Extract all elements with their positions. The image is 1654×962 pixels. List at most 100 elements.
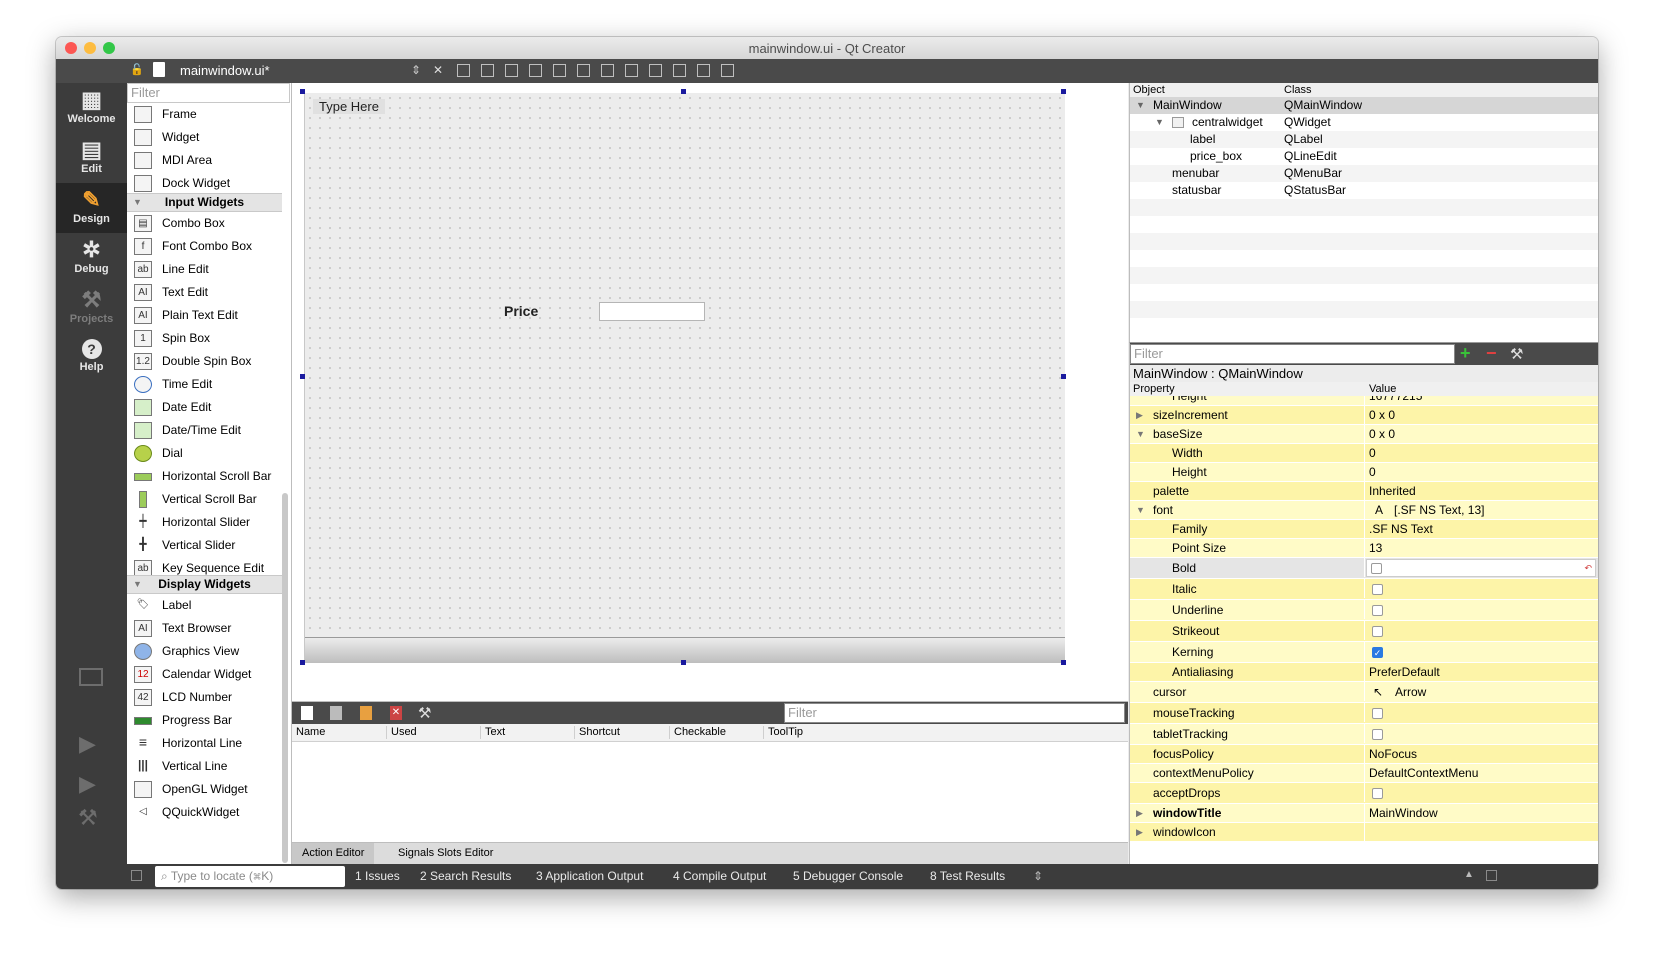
layout-grid-icon[interactable] <box>673 64 686 77</box>
accept-drops-checkbox[interactable] <box>1372 788 1383 799</box>
bold-editor[interactable]: ↶ <box>1366 559 1596 577</box>
file-switch-arrows[interactable]: ⇕ <box>411 63 421 77</box>
paste-action-icon[interactable] <box>360 706 372 720</box>
break-layout-icon[interactable] <box>697 64 710 77</box>
prop-size-increment[interactable]: ▶ sizeIncrement 0 x 0 <box>1130 406 1598 425</box>
prop-mouse-tracking[interactable]: mouseTracking <box>1130 703 1598 724</box>
column-object[interactable]: Object <box>1133 84 1165 96</box>
widget-item-mdi-area[interactable]: MDI Area <box>127 149 277 172</box>
tab-application-output[interactable]: 3 Application Output <box>536 869 643 883</box>
prop-window-title[interactable]: ▶ windowTitle MainWindow <box>1130 804 1598 823</box>
widget-item-date-edit[interactable]: Date Edit <box>127 396 277 419</box>
layout-vsplitter-icon[interactable] <box>625 64 638 77</box>
widget-item-font-combo-box[interactable]: f Font Combo Box <box>127 235 277 258</box>
column-property[interactable]: Property <box>1133 383 1175 395</box>
configure-wrench-icon[interactable]: ⚒ <box>418 704 431 722</box>
strikeout-checkbox[interactable] <box>1372 626 1383 637</box>
prop-context-menu-policy[interactable]: contextMenuPolicy DefaultContextMenu <box>1130 764 1598 783</box>
prop-base-width[interactable]: Width 0 <box>1130 444 1598 463</box>
adjust-size-icon[interactable] <box>721 64 734 77</box>
resize-handle[interactable] <box>1061 89 1066 94</box>
widget-item-horizontal-line[interactable]: ≡ Horizontal Line <box>127 732 277 755</box>
prop-cursor[interactable]: cursor ↖ Arrow <box>1130 682 1598 703</box>
resize-handle[interactable] <box>300 660 305 665</box>
category-display-widgets[interactable]: ▼ Display Widgets <box>127 575 282 594</box>
prop-accept-drops[interactable]: acceptDrops <box>1130 783 1598 804</box>
widget-item-frame[interactable]: Frame <box>127 103 277 126</box>
widget-item-dial[interactable]: Dial <box>127 442 277 465</box>
column-shortcut[interactable]: Shortcut <box>574 726 620 739</box>
layout-vertical-icon[interactable] <box>577 64 590 77</box>
widget-item-combo-box[interactable]: ▤ Combo Box <box>127 212 277 235</box>
prop-tablet-tracking[interactable]: tabletTracking <box>1130 724 1598 745</box>
edit-signals-slots-icon[interactable] <box>481 64 494 77</box>
prop-font-point-size[interactable]: Point Size 13 <box>1130 539 1598 558</box>
prop-font-antialiasing[interactable]: Antialiasing PreferDefault <box>1130 663 1598 682</box>
menu-type-here[interactable]: Type Here <box>313 99 385 114</box>
tab-debugger-console[interactable]: 5 Debugger Console <box>793 869 903 883</box>
delete-action-icon[interactable]: ✕ <box>390 706 402 720</box>
debug-run-icon[interactable]: ▶ <box>79 771 96 797</box>
prop-base-size[interactable]: ▼ baseSize 0 x 0 <box>1130 425 1598 444</box>
column-checkable[interactable]: Checkable <box>669 726 726 739</box>
column-used[interactable]: Used <box>386 726 417 739</box>
close-document-button[interactable]: ✕ <box>433 63 443 77</box>
resize-handle[interactable] <box>1061 660 1066 665</box>
widget-item-line-edit[interactable]: ab Line Edit <box>127 258 277 281</box>
tree-row-centralwidget[interactable]: ▼ centralwidget QWidget <box>1130 114 1598 131</box>
widget-item-widget[interactable]: Widget <box>127 126 277 149</box>
copy-action-icon[interactable] <box>330 706 342 720</box>
tree-row-mainwindow[interactable]: ▼ MainWindow QMainWindow <box>1130 97 1598 114</box>
build-hammer-icon[interactable]: ⚒ <box>78 805 98 831</box>
column-value[interactable]: Value <box>1369 383 1396 395</box>
main-window-form[interactable]: Type Here Price <box>304 93 1065 663</box>
layout-horizontal-icon[interactable] <box>553 64 566 77</box>
resize-handle[interactable] <box>681 89 686 94</box>
tab-compile-output[interactable]: 4 Compile Output <box>673 869 766 883</box>
widget-filter-input[interactable]: Filter <box>127 83 290 103</box>
mode-welcome[interactable]: ▦ Welcome <box>56 83 127 133</box>
widget-item-horizontal-scroll-bar[interactable]: Horizontal Scroll Bar <box>127 465 277 488</box>
column-text[interactable]: Text <box>480 726 505 739</box>
prop-font-underline[interactable]: Underline <box>1130 600 1598 621</box>
widget-item-progress-bar[interactable]: Progress Bar <box>127 709 277 732</box>
widget-item-qquickwidget[interactable]: ◁ QQuickWidget <box>127 801 277 824</box>
locator-input[interactable]: ⌕ Type to locate (⌘K) <box>155 866 345 887</box>
price-box-line-edit[interactable] <box>599 302 705 321</box>
bold-checkbox[interactable] <box>1371 563 1382 574</box>
tree-row-statusbar[interactable]: statusbar QStatusBar <box>1130 182 1598 199</box>
action-filter-input[interactable]: Filter <box>784 703 1125 723</box>
widget-item-lcd-number[interactable]: 42 LCD Number <box>127 686 277 709</box>
open-file-name[interactable]: mainwindow.ui* <box>180 63 270 78</box>
prop-font-italic[interactable]: Italic <box>1130 579 1598 600</box>
add-dynamic-property-icon[interactable]: + <box>1460 343 1471 364</box>
prop-font-family[interactable]: Family .SF NS Text <box>1130 520 1598 539</box>
edit-tab-order-icon[interactable] <box>529 64 542 77</box>
show-output-pane-icon[interactable]: ▲ <box>1464 869 1474 880</box>
remove-dynamic-property-icon[interactable]: − <box>1486 343 1497 364</box>
tab-issues[interactable]: 1 Issues <box>355 869 400 883</box>
tab-search-results[interactable]: 2 Search Results <box>420 869 511 883</box>
tree-row-price-box[interactable]: price_box QLineEdit <box>1130 148 1598 165</box>
widget-item-horizontal-slider[interactable]: ┿ Horizontal Slider <box>127 511 277 534</box>
property-filter-input[interactable]: Filter <box>1130 344 1455 364</box>
mode-projects[interactable]: ⚒ Projects <box>56 283 127 333</box>
edit-widgets-icon[interactable] <box>457 64 470 77</box>
reset-property-icon[interactable]: ↶ <box>1584 560 1592 576</box>
mouse-tracking-checkbox[interactable] <box>1372 708 1383 719</box>
widget-item-label[interactable]: 🏷 Label <box>127 594 277 617</box>
widget-item-vertical-line[interactable]: ||| Vertical Line <box>127 755 277 778</box>
layout-hsplitter-icon[interactable] <box>601 64 614 77</box>
run-icon[interactable]: ▶ <box>79 731 96 757</box>
tab-action-editor[interactable]: Action Editor <box>292 843 375 864</box>
widget-item-calendar-widget[interactable]: 12 Calendar Widget <box>127 663 277 686</box>
column-tooltip[interactable]: ToolTip <box>763 726 803 739</box>
kerning-checkbox[interactable]: ✓ <box>1372 647 1383 658</box>
widget-item-dock-widget[interactable]: Dock Widget <box>127 172 277 195</box>
tablet-tracking-checkbox[interactable] <box>1372 729 1383 740</box>
widget-box-scrollbar[interactable] <box>282 493 288 863</box>
prop-maximum-height[interactable]: Height 16777215 <box>1130 396 1598 406</box>
column-class[interactable]: Class <box>1284 84 1312 96</box>
category-input-widgets[interactable]: ▼ Input Widgets <box>127 193 282 212</box>
mode-debug[interactable]: ✲ Debug <box>56 233 127 283</box>
